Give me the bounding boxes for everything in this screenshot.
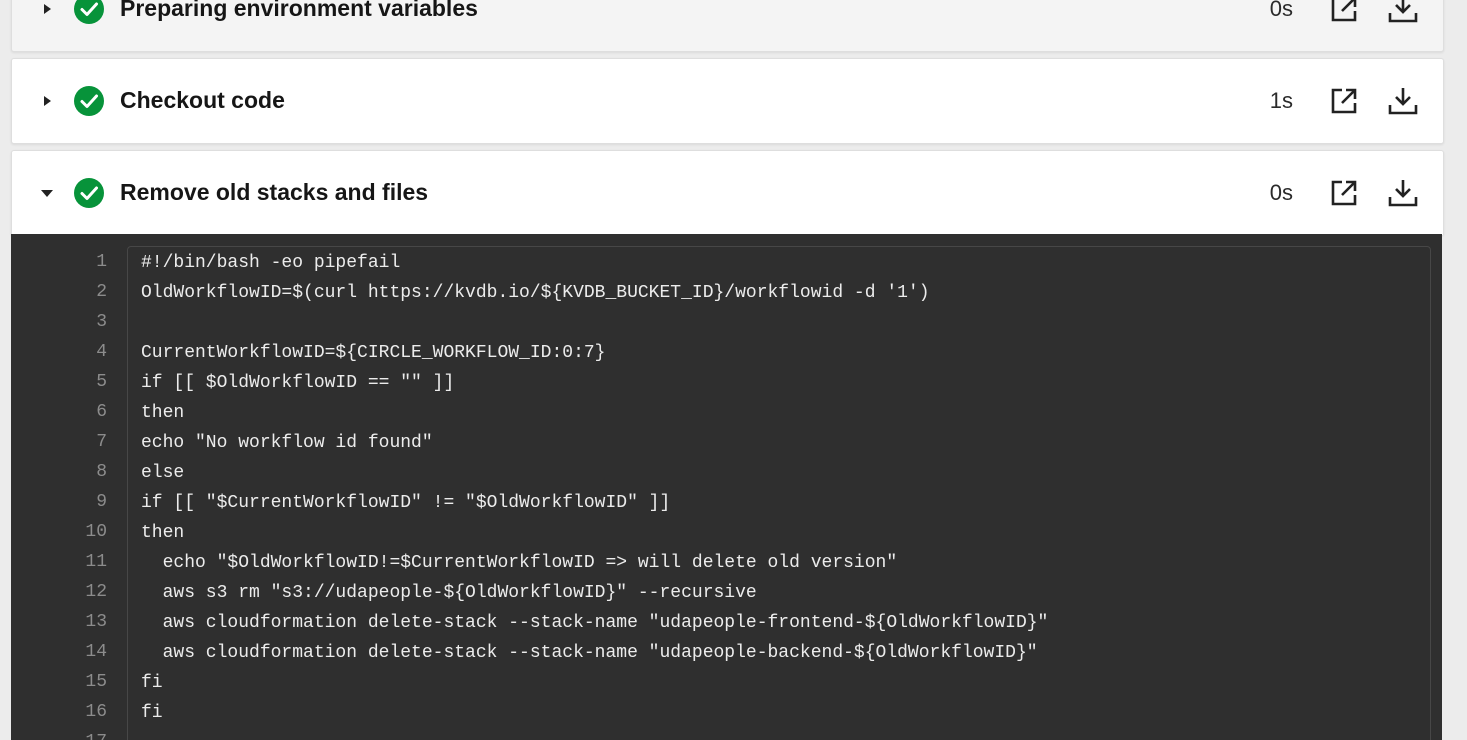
line-number: 14 [85, 642, 107, 662]
code-line: CurrentWorkflowID=${CIRCLE_WORKFLOW_ID:0… [141, 343, 606, 363]
step-duration: 0s [1269, 180, 1293, 205]
step-preparing-environment-variables[interactable]: Preparing environment variables 0s [11, 0, 1444, 52]
code-line: OldWorkflowID=$(curl https://kvdb.io/${K… [141, 283, 930, 303]
open-in-new-icon[interactable] [1329, 86, 1359, 116]
download-icon[interactable] [1387, 177, 1419, 209]
code-line: fi [141, 673, 163, 693]
code-line: if [[ $OldWorkflowID == "" ]] [141, 373, 455, 393]
green-check-circle-icon [74, 0, 104, 24]
download-icon[interactable] [1387, 85, 1419, 117]
code-line: else [141, 463, 185, 483]
code-block[interactable]: #!/bin/bash -eo pipefail OldWorkflowID=$… [127, 246, 1431, 740]
code-line: if [[ "$CurrentWorkflowID" != "$OldWorkf… [141, 493, 671, 513]
step-header[interactable]: Remove old stacks and files 0s [12, 151, 1443, 235]
code-line: then [141, 403, 185, 423]
step-checkout-code[interactable]: Checkout code 1s [11, 58, 1444, 144]
line-number: 12 [85, 582, 107, 602]
line-number: 15 [85, 672, 107, 692]
line-number: 8 [96, 462, 107, 482]
step-remove-old-stacks-and-files[interactable]: Remove old stacks and files 0s [11, 150, 1444, 235]
caret-down-icon[interactable] [40, 186, 54, 200]
code-line: then [141, 523, 185, 543]
caret-right-icon[interactable] [40, 94, 54, 108]
code-line: echo "$OldWorkflowID!=$CurrentWorkflowID… [141, 553, 898, 573]
step-title: Preparing environment variables [120, 0, 478, 21]
green-check-circle-icon [74, 86, 104, 116]
line-number: 3 [96, 312, 107, 332]
step-header[interactable]: Preparing environment variables 0s [12, 0, 1443, 51]
line-number: 7 [96, 432, 107, 452]
step-duration: 1s [1269, 88, 1293, 113]
line-number: 5 [96, 372, 107, 392]
line-number: 1 [96, 252, 107, 272]
open-in-new-icon[interactable] [1329, 0, 1359, 24]
step-title: Checkout code [120, 87, 285, 113]
line-number: 16 [85, 702, 107, 722]
code-line: aws cloudformation delete-stack --stack-… [141, 643, 1038, 663]
step-header[interactable]: Checkout code 1s [12, 59, 1443, 143]
line-number: 13 [85, 612, 107, 632]
line-number: 17 [11, 727, 107, 740]
caret-right-icon[interactable] [40, 2, 54, 16]
code-line: fi [141, 703, 163, 723]
line-number: 11 [85, 552, 107, 572]
download-icon[interactable] [1387, 0, 1419, 25]
line-number: 10 [85, 522, 107, 542]
line-number: 2 [96, 282, 107, 302]
step-title: Remove old stacks and files [120, 179, 429, 205]
open-in-new-icon[interactable] [1329, 178, 1359, 208]
code-line: #!/bin/bash -eo pipefail [141, 253, 401, 273]
code-line: aws cloudformation delete-stack --stack-… [141, 613, 1049, 633]
line-number: 4 [96, 342, 107, 362]
code-line: aws s3 rm "s3://udapeople-${OldWorkflowI… [141, 583, 757, 603]
line-number-gutter: 1 2 3 4 5 6 7 8 9 10 11 12 13 14 15 16 1… [11, 247, 107, 740]
line-number: 9 [96, 492, 107, 512]
step-duration: 0s [1269, 0, 1293, 21]
code-lines: #!/bin/bash -eo pipefail OldWorkflowID=$… [141, 248, 1048, 740]
step-output-panel[interactable]: 1 2 3 4 5 6 7 8 9 10 11 12 13 14 15 16 1… [11, 234, 1442, 740]
green-check-circle-icon [74, 178, 104, 208]
line-number: 6 [96, 402, 107, 422]
code-line: echo "No workflow id found" [141, 433, 433, 453]
